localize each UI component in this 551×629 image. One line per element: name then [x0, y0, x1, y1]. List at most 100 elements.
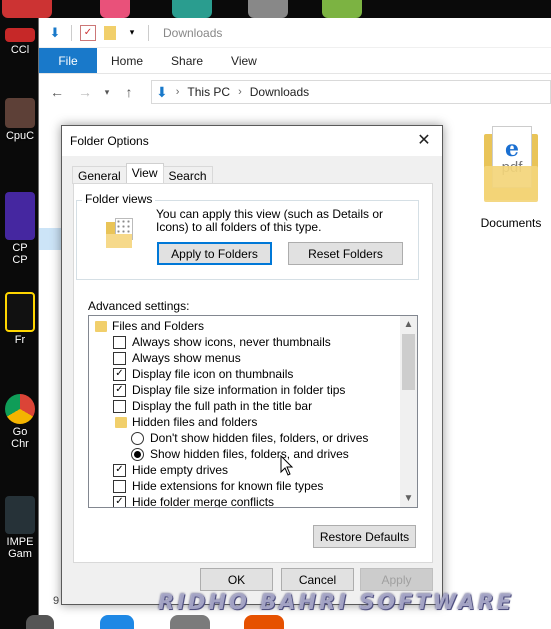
desktop-icon-cpu-app[interactable]: CP CP: [0, 192, 40, 266]
restore-defaults-button[interactable]: Restore Defaults: [313, 525, 416, 548]
folder-view-icon: [106, 218, 136, 250]
apply-to-folders-button[interactable]: Apply to Folders: [157, 242, 272, 265]
tab-general[interactable]: General: [72, 166, 127, 184]
tree-item-label: Display file icon on thumbnails: [132, 367, 294, 381]
radio-unselected-icon[interactable]: [131, 431, 144, 445]
breadcrumb-this-pc[interactable]: This PC: [187, 85, 230, 99]
scroll-down-icon[interactable]: ▼: [400, 490, 417, 507]
desktop-top-android-icon[interactable]: [322, 0, 362, 18]
downloads-location-icon: ⬇: [156, 83, 168, 100]
folder-icon: [115, 416, 127, 428]
tab-view[interactable]: View: [125, 163, 164, 184]
desktop-icon-chrome[interactable]: Go Chr: [0, 394, 40, 450]
address-bar[interactable]: ⬇ › This PC › Downloads: [151, 80, 551, 104]
dialog-title: Folder Options: [70, 134, 149, 148]
vertical-scrollbar[interactable]: ▲ ▼: [400, 316, 417, 507]
new-folder-icon[interactable]: [102, 25, 118, 41]
tree-item-label: Show hidden files, folders, and drives: [150, 447, 349, 461]
tree-checkbox-option[interactable]: Hide extensions for known file types: [113, 478, 323, 494]
cpu-z-icon: [5, 98, 35, 128]
checkbox-checked-icon[interactable]: ✓: [113, 495, 126, 507]
ccleaner-icon: [5, 28, 35, 42]
game-icon: [5, 496, 35, 534]
tree-checkbox-option[interactable]: Display the full path in the title bar: [113, 398, 312, 414]
separator: [148, 24, 149, 41]
checkbox-unchecked-icon[interactable]: [113, 335, 126, 349]
tree-item-label: Hide folder merge conflicts: [132, 495, 275, 508]
up-arrow-icon[interactable]: ↑: [117, 84, 141, 100]
desktop-icon-app[interactable]: Fr: [0, 292, 40, 346]
tree-category: Files and Folders: [95, 318, 204, 334]
taskbar-app-icon-3[interactable]: [170, 615, 210, 629]
tab-share[interactable]: Share: [157, 48, 217, 73]
desktop-top-app-icon-3[interactable]: [172, 0, 212, 18]
app-icon: [5, 292, 35, 332]
tree-item-label: Files and Folders: [112, 319, 205, 333]
dialog-titlebar: Folder Options: [62, 126, 442, 156]
checkbox-checked-icon[interactable]: ✓: [113, 383, 126, 397]
tree-item-label: Always show menus: [132, 351, 241, 365]
dialog-tabs: General View Search: [72, 163, 213, 184]
watermark: RIDHO BAHRI SOFTWARE: [158, 590, 515, 614]
tree-radio-option[interactable]: Show hidden files, folders, and drives: [131, 446, 349, 462]
tab-home[interactable]: Home: [97, 48, 157, 73]
documents-folder[interactable]: e pdf Documents: [471, 126, 551, 230]
download-arrow-icon[interactable]: ⬇: [47, 25, 63, 41]
tab-view[interactable]: View: [217, 48, 271, 73]
breadcrumb-chevron-icon[interactable]: ›: [238, 86, 242, 98]
desktop-icon-cpuz[interactable]: CpuC: [0, 98, 40, 142]
tab-search[interactable]: Search: [162, 166, 213, 184]
folder-icon: [95, 320, 107, 332]
folder-views-legend: Folder views: [82, 192, 156, 206]
customize-dropdown-icon[interactable]: ▾: [124, 25, 140, 41]
documents-folder-icon: e pdf: [484, 126, 538, 202]
tree-category: Hidden files and folders: [115, 414, 257, 430]
google-chrome-icon: [5, 394, 35, 424]
checkbox-unchecked-icon[interactable]: [113, 479, 126, 493]
breadcrumb-downloads[interactable]: Downloads: [250, 85, 309, 99]
taskbar-app-icon-2[interactable]: [100, 615, 134, 629]
tree-checkbox-option[interactable]: ✓ Display file size information in folder…: [113, 382, 345, 398]
desktop-top-app-icon-2[interactable]: [100, 0, 130, 18]
mouse-cursor-icon: [280, 455, 294, 476]
nav-pane-selection[interactable]: [39, 228, 63, 250]
breadcrumb-chevron-icon[interactable]: ›: [176, 86, 180, 98]
forward-arrow-icon[interactable]: →: [73, 84, 97, 100]
tree-radio-option[interactable]: Don't show hidden files, folders, or dri…: [131, 430, 368, 446]
checkbox-checked-icon[interactable]: ✓: [113, 367, 126, 381]
tab-file[interactable]: File: [39, 48, 97, 73]
checkbox-checked-icon[interactable]: ✓: [113, 463, 126, 477]
folder-views-description: You can apply this view (such as Details…: [156, 207, 384, 234]
scroll-up-icon[interactable]: ▲: [400, 316, 417, 333]
separator: [71, 24, 72, 41]
taskbar-app-icon-1[interactable]: [26, 615, 54, 629]
edge-document-icon: e: [505, 135, 519, 162]
checkbox-unchecked-icon[interactable]: [113, 351, 126, 365]
checkbox-unchecked-icon[interactable]: [113, 399, 126, 413]
tree-checkbox-option[interactable]: Always show menus: [113, 350, 241, 366]
cancel-button[interactable]: Cancel: [281, 568, 354, 591]
ok-button[interactable]: OK: [200, 568, 273, 591]
recent-locations-chevron-icon[interactable]: ▾: [101, 87, 113, 98]
tree-checkbox-option[interactable]: ✓ Hide folder merge conflicts: [113, 494, 275, 508]
radio-selected-icon[interactable]: [131, 447, 144, 461]
reset-folders-button[interactable]: Reset Folders: [288, 242, 403, 265]
advanced-settings-list[interactable]: Files and Folders Always show icons, neve…: [88, 315, 418, 508]
back-arrow-icon[interactable]: ←: [45, 84, 69, 100]
close-icon[interactable]: ✕: [414, 131, 434, 151]
tree-checkbox-option[interactable]: ✓ Display file icon on thumbnails: [113, 366, 293, 382]
desktop-top-app-icon-1[interactable]: [2, 0, 52, 18]
scroll-thumb[interactable]: [402, 334, 415, 390]
tree-checkbox-option[interactable]: ✓ Hide empty drives: [113, 462, 228, 478]
apply-button[interactable]: Apply: [360, 568, 433, 591]
tree-item-label: Hidden files and folders: [132, 415, 258, 429]
window-title: Downloads: [163, 25, 223, 40]
desktop-top-apple-icon[interactable]: [248, 0, 288, 18]
taskbar-app-icon-4[interactable]: [244, 615, 284, 629]
tree-item-label: Hide empty drives: [132, 463, 229, 477]
properties-icon[interactable]: ✓: [80, 24, 96, 41]
desktop-icon-ccleaner[interactable]: CCl: [0, 28, 40, 56]
desktop-icon-game[interactable]: IMPE Gam: [0, 496, 40, 560]
tree-checkbox-option[interactable]: Always show icons, never thumbnails: [113, 334, 331, 350]
tree-item-label: Display file size information in folder …: [132, 383, 346, 397]
